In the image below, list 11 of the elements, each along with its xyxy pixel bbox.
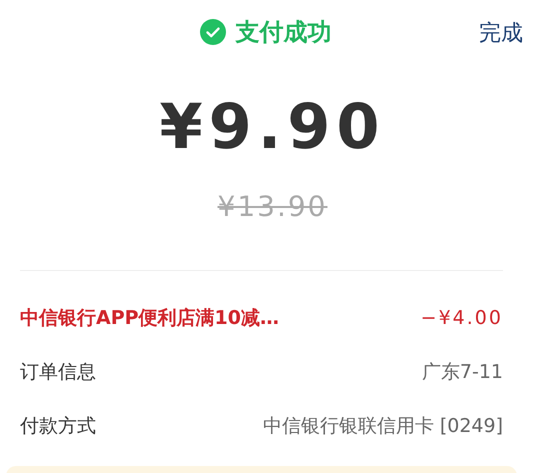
done-button[interactable]: 完成	[479, 18, 523, 48]
row-value: 广东7-11	[422, 360, 503, 385]
row-label: 订单信息	[20, 360, 96, 385]
paid-amount: ¥9.90	[159, 90, 386, 164]
discount-amount: −¥4.00	[420, 307, 503, 329]
row-label: 付款方式	[20, 414, 96, 439]
page-title: 支付成功	[236, 17, 332, 48]
row-value: 中信银行银联信用卡 [0249]	[262, 414, 503, 439]
original-price: ¥13.90	[218, 190, 328, 224]
check-icon	[200, 19, 226, 45]
discount-label: 中信银行APP便利店满10减…	[20, 306, 279, 331]
